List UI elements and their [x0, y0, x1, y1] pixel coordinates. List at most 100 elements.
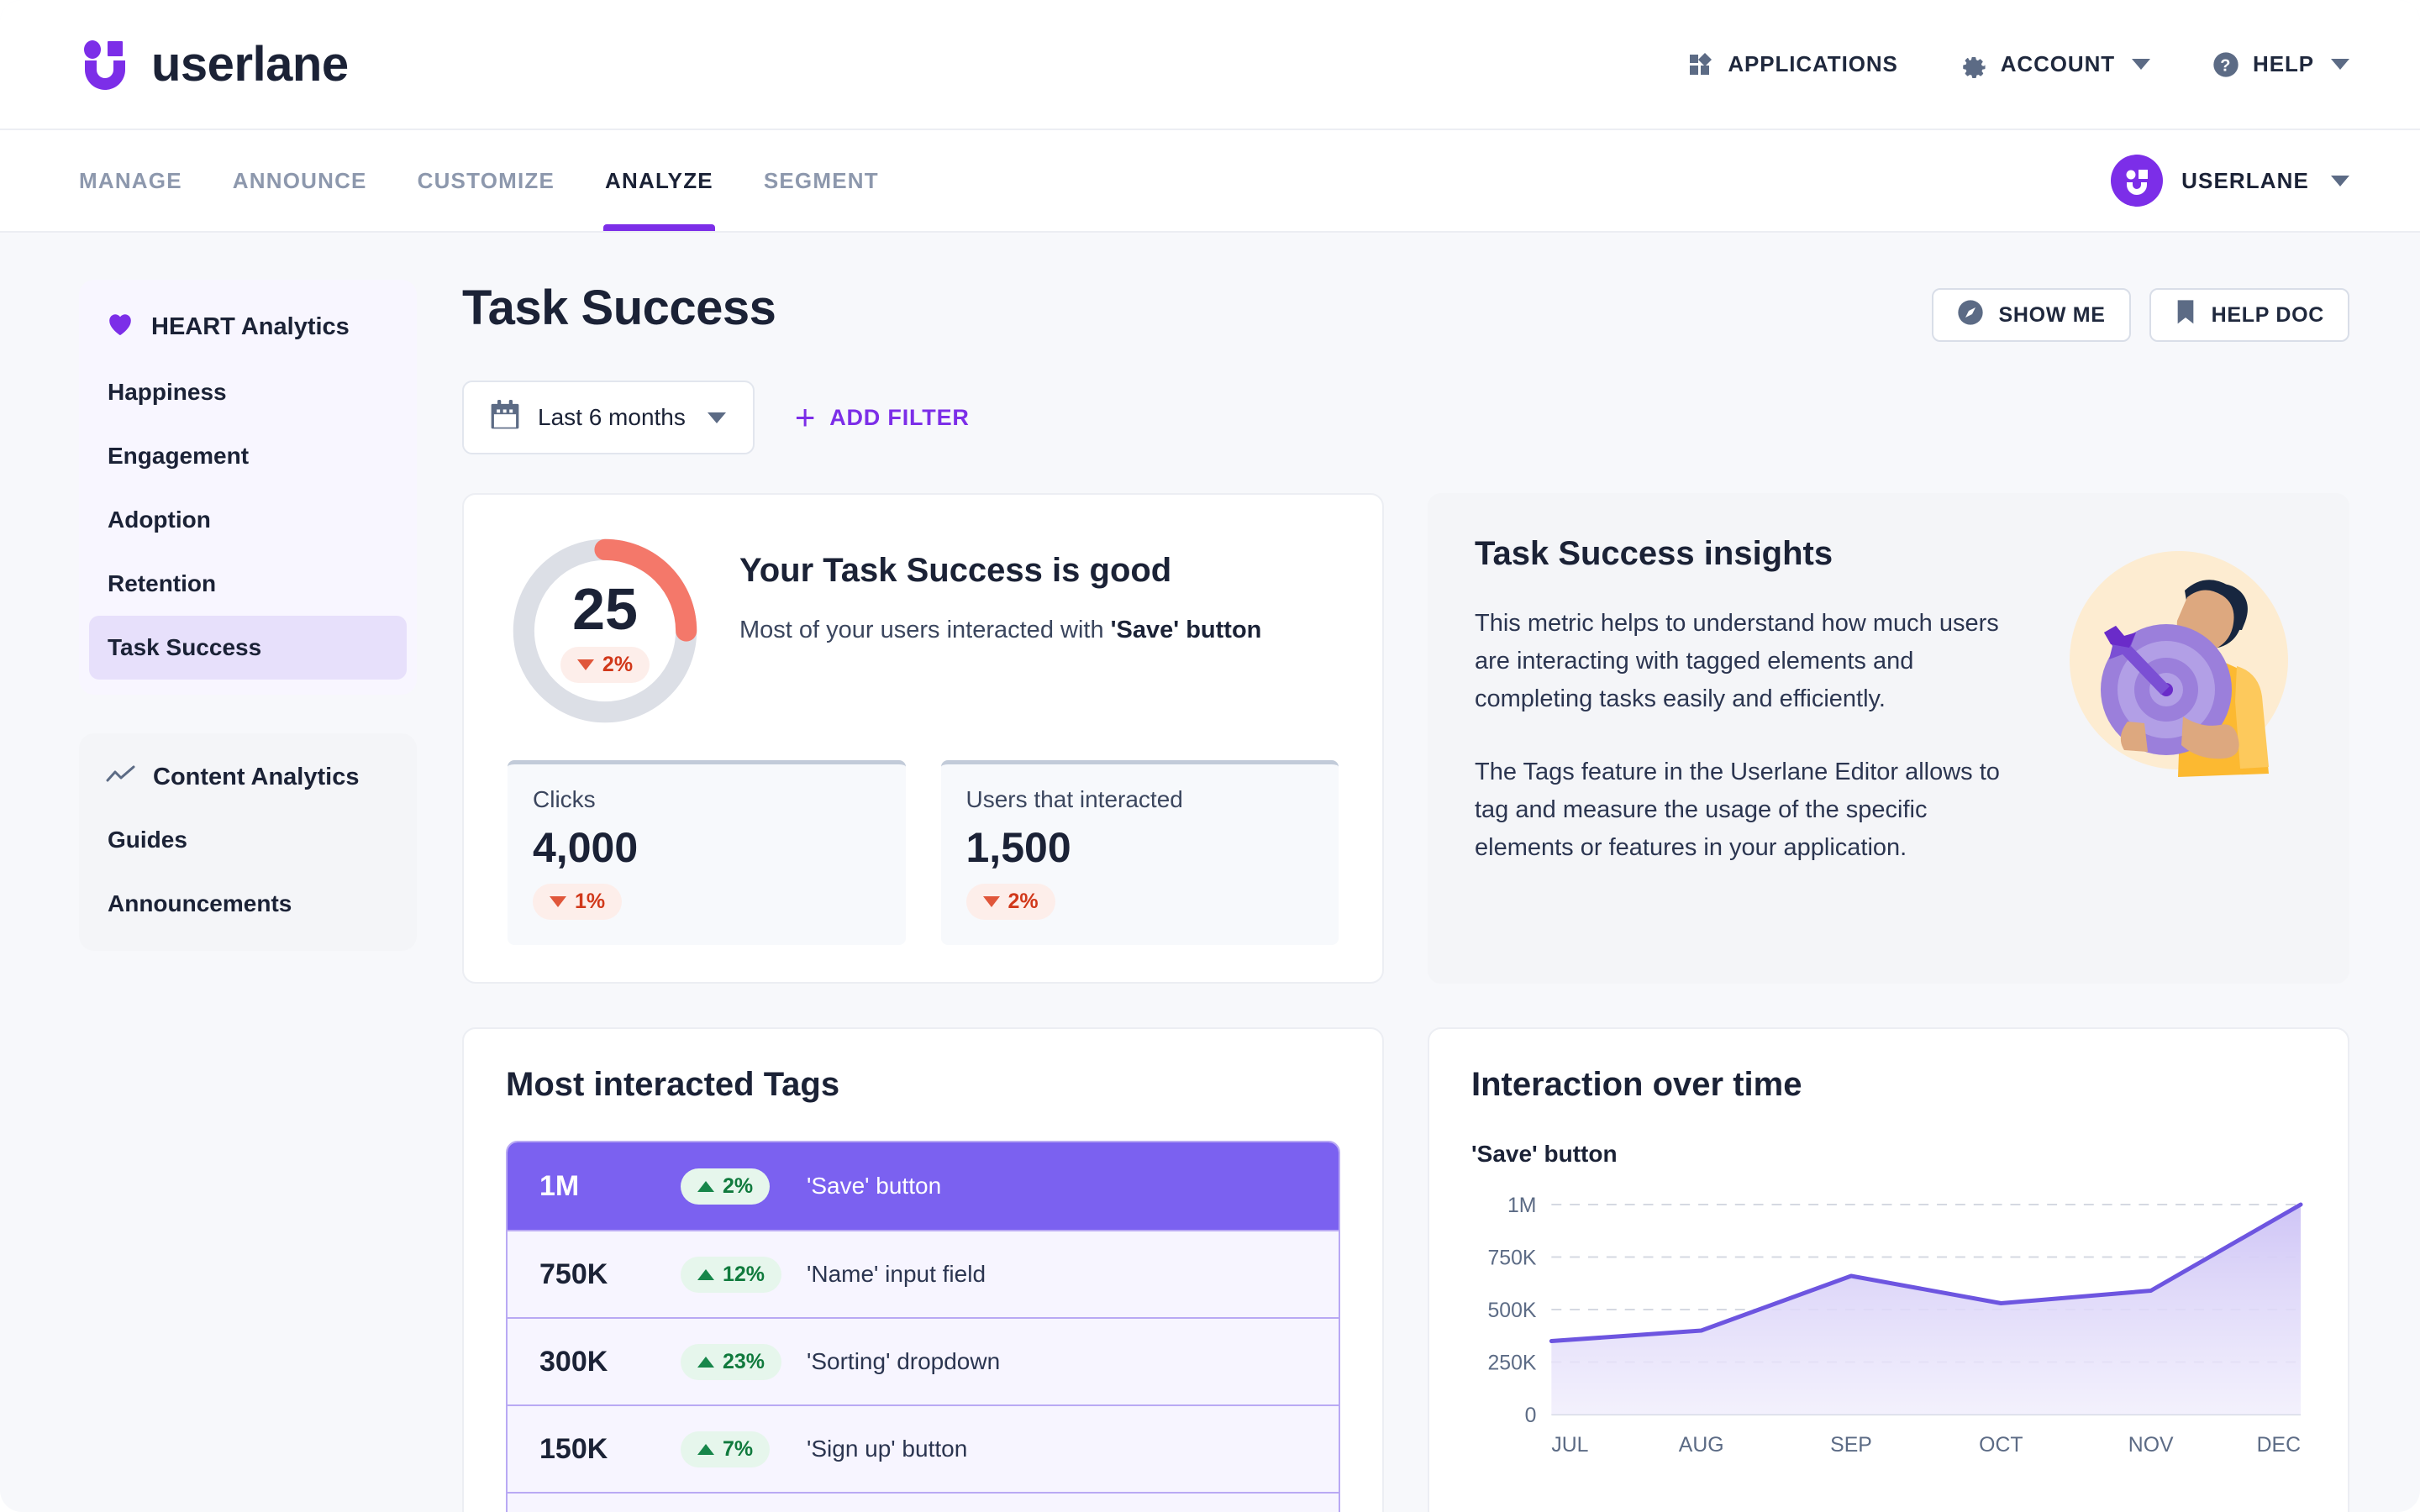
sidebar-item-label: Task Success [108, 634, 262, 660]
tab-customize[interactable]: CUSTOMIZE [392, 130, 580, 231]
sidebar-item-label: Adoption [108, 507, 211, 533]
stat-delta-value: 2% [1007, 890, 1039, 913]
tag-delta: 12% [681, 1256, 807, 1293]
tag-delta-badge: 7% [681, 1431, 771, 1467]
triangle-up-icon [697, 1180, 714, 1192]
sidebar-item-label: Happiness [108, 379, 227, 405]
page-title: Task Success [462, 281, 776, 335]
brand-logo[interactable]: userlane [79, 39, 349, 91]
tab-manage[interactable]: MANAGE [79, 130, 208, 231]
triangle-up-icon [697, 1268, 714, 1280]
tag-label: 'Save' button [807, 1173, 942, 1199]
help-doc-label: HELP DOC [2211, 302, 2324, 327]
svg-text:1M: 1M [1507, 1194, 1536, 1217]
tag-delta: 2% [681, 1168, 807, 1205]
page-body: HEART Analytics Happiness Engagement Ado… [0, 233, 2420, 1512]
sidebar-item-happiness[interactable]: Happiness [89, 360, 407, 424]
tag-delta: 23% [681, 1343, 807, 1380]
chevron-down-icon [707, 412, 726, 423]
sidebar-item-guides[interactable]: Guides [89, 808, 407, 872]
svg-text:JUL: JUL [1551, 1433, 1588, 1457]
heart-icon [106, 310, 134, 344]
tag-delta-badge: 23% [681, 1343, 782, 1380]
sidebar: HEART Analytics Happiness Engagement Ado… [79, 280, 417, 1512]
top-link-help[interactable]: ? HELP [2212, 51, 2349, 78]
chevron-down-icon [2132, 59, 2151, 70]
sidebar-item-label: Guides [108, 827, 187, 853]
tag-count: 150K [539, 1432, 608, 1465]
question-circle-icon: ? [2212, 51, 2239, 78]
triangle-down-icon [550, 896, 566, 907]
interaction-area-chart: 0 250K 500K 750K 1M JUL AUG SEP OCT NOV DEC [1471, 1189, 2306, 1467]
sidebar-item-task-success[interactable]: Task Success [89, 616, 407, 680]
add-filter-button[interactable]: + ADD FILTER [794, 397, 970, 438]
plus-icon: + [794, 397, 817, 438]
stat-label: Users that interacted [965, 786, 1183, 812]
tag-delta-value: 23% [723, 1349, 765, 1373]
stat-label: Clicks [533, 786, 596, 812]
sidebar-item-label: Announcements [108, 890, 292, 916]
tab-segment[interactable]: SEGMENT [739, 130, 904, 231]
sidebar-item-adoption[interactable]: Adoption [89, 488, 407, 552]
stat-delta-badge: 1% [533, 884, 623, 920]
stat-delta-badge: 2% [965, 884, 1055, 920]
top-link-account[interactable]: ACCOUNT [1960, 51, 2151, 78]
summary-top: 25 2% Your Task Success is good Most of … [508, 533, 1339, 728]
insights-paragraph-1: This metric helps to understand how much… [1475, 610, 1999, 712]
svg-text:0: 0 [1525, 1404, 1537, 1427]
summary-subtitle-bold: 'Save' button [1110, 617, 1262, 643]
gear-icon [1960, 51, 1987, 78]
line-chart-icon [106, 764, 136, 791]
avatar [2111, 155, 2164, 207]
sidebar-group-content-analytics: Content Analytics Guides Announcements [79, 733, 417, 951]
page-header: Task Success SHOW ME HELP DOC [462, 280, 2349, 342]
tag-label: 'Sign up' button [807, 1436, 968, 1462]
tag-count: 750K [539, 1257, 608, 1290]
table-row[interactable]: 80K 5% 'Send' button [508, 1492, 1339, 1512]
table-row[interactable]: 150K 7% 'Sign up' button [508, 1404, 1339, 1492]
task-success-gauge: 25 2% [508, 533, 702, 728]
svg-text:DEC: DEC [2257, 1433, 2301, 1457]
gauge-center: 25 2% [508, 533, 702, 728]
sidebar-group-label: Content Analytics [153, 764, 360, 790]
sidebar-item-retention[interactable]: Retention [89, 552, 407, 616]
tags-card-title: Most interacted Tags [506, 1066, 840, 1103]
add-filter-label: ADD FILTER [829, 404, 970, 430]
section-nav: MANAGE ANNOUNCE CUSTOMIZE ANALYZE SEGMEN… [0, 130, 2420, 233]
table-row[interactable]: 750K 12% 'Name' input field [508, 1230, 1339, 1317]
tab-analyze[interactable]: ANALYZE [580, 130, 739, 231]
svg-text:SEP: SEP [1830, 1433, 1872, 1457]
tab-announce[interactable]: ANNOUNCE [208, 130, 392, 231]
date-range-select[interactable]: Last 6 months [462, 381, 755, 454]
sidebar-item-engagement[interactable]: Engagement [89, 424, 407, 488]
tag-label: 'Sorting' dropdown [807, 1348, 1001, 1374]
tag-delta-badge: 12% [681, 1256, 782, 1293]
tab-label: CUSTOMIZE [417, 167, 555, 193]
chart-card-title: Interaction over time [1471, 1066, 1802, 1103]
chart-svg: 0 250K 500K 750K 1M JUL AUG SEP OCT NOV DEC [1487, 1194, 2303, 1457]
triangle-up-icon [697, 1356, 714, 1368]
userlane-logo-icon [79, 39, 131, 91]
sidebar-group-title-heart: HEART Analytics [79, 295, 417, 360]
top-link-applications[interactable]: APPLICATIONS [1689, 51, 1897, 77]
show-me-button[interactable]: SHOW ME [1931, 288, 2131, 342]
sidebar-item-announcements[interactable]: Announcements [89, 872, 407, 936]
tag-count: 1M [539, 1169, 580, 1202]
task-success-summary-card: 25 2% Your Task Success is good Most of … [462, 493, 1384, 984]
calendar-icon [491, 399, 519, 436]
table-row[interactable]: 1M 2% 'Save' button [508, 1142, 1339, 1230]
dashboard-grid: 25 2% Your Task Success is good Most of … [462, 493, 2349, 1512]
account-menu[interactable]: USERLANE [2111, 155, 2349, 207]
account-name: USERLANE [2181, 167, 2309, 193]
tab-label: MANAGE [79, 167, 182, 193]
tag-delta: 7% [681, 1431, 807, 1467]
stat-value: 4,000 [533, 824, 639, 871]
table-row[interactable]: 300K 23% 'Sorting' dropdown [508, 1317, 1339, 1404]
top-link-label: ACCOUNT [2000, 51, 2116, 76]
most-interacted-tags-card: Most interacted Tags 1M 2% 'Save' button [462, 1027, 1384, 1512]
svg-text:OCT: OCT [1979, 1433, 2023, 1457]
help-doc-button[interactable]: HELP DOC [2149, 288, 2349, 342]
tab-label: ANALYZE [605, 167, 713, 193]
summary-subtitle-prefix: Most of your users interacted with [739, 617, 1111, 643]
summary-stats: Clicks 4,000 1% Users that interacted 1,… [508, 760, 1339, 945]
